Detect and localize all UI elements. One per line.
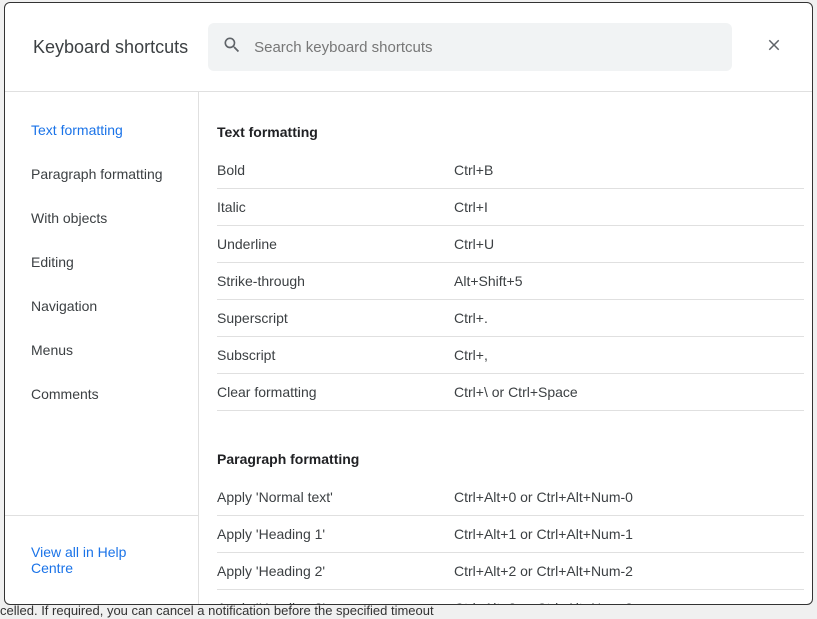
shortcut-row: Apply 'Heading 3'Ctrl+Alt+3 or Ctrl+Alt+…	[217, 590, 804, 604]
close-button[interactable]	[760, 33, 788, 61]
shortcut-keys: Ctrl+Alt+3 or Ctrl+Alt+Num-3	[454, 600, 804, 604]
shortcut-keys: Ctrl+.	[454, 310, 804, 326]
shortcuts-content[interactable]: Text formattingBoldCtrl+BItalicCtrl+IUnd…	[199, 92, 812, 604]
shortcut-label: Apply 'Heading 2'	[217, 563, 454, 579]
sidebar: Text formattingParagraph formattingWith …	[5, 92, 199, 604]
shortcut-label: Strike-through	[217, 273, 454, 289]
keyboard-shortcuts-dialog: Keyboard shortcuts Text formattingParagr…	[4, 2, 813, 605]
search-input[interactable]	[254, 39, 718, 56]
shortcut-label: Clear formatting	[217, 384, 454, 400]
background-document-text: celled. If required, you can cancel a no…	[0, 603, 434, 618]
shortcut-label: Apply 'Normal text'	[217, 489, 454, 505]
shortcut-row: SubscriptCtrl+,	[217, 337, 804, 374]
shortcut-row: ItalicCtrl+I	[217, 189, 804, 226]
shortcut-row: Strike-throughAlt+Shift+5	[217, 263, 804, 300]
search-icon	[222, 35, 242, 60]
shortcut-row: Apply 'Heading 2'Ctrl+Alt+2 or Ctrl+Alt+…	[217, 553, 804, 590]
shortcut-keys: Alt+Shift+5	[454, 273, 804, 289]
nav-item-text-formatting[interactable]: Text formatting	[5, 108, 198, 152]
shortcut-keys: Ctrl+Alt+0 or Ctrl+Alt+Num-0	[454, 489, 804, 505]
shortcut-row: SuperscriptCtrl+.	[217, 300, 804, 337]
dialog-title: Keyboard shortcuts	[33, 37, 188, 58]
shortcut-label: Apply 'Heading 1'	[217, 526, 454, 542]
section-title: Paragraph formatting	[217, 435, 804, 479]
shortcut-keys: Ctrl+Alt+2 or Ctrl+Alt+Num-2	[454, 563, 804, 579]
shortcut-keys: Ctrl+I	[454, 199, 804, 215]
nav-item-with-objects[interactable]: With objects	[5, 196, 198, 240]
nav-item-comments[interactable]: Comments	[5, 372, 198, 416]
shortcut-label: Subscript	[217, 347, 454, 363]
help-centre-link[interactable]: View all in Help Centre	[5, 515, 198, 604]
shortcut-label: Underline	[217, 236, 454, 252]
nav-list: Text formattingParagraph formattingWith …	[5, 92, 198, 515]
shortcut-label: Bold	[217, 162, 454, 178]
shortcut-keys: Ctrl+,	[454, 347, 804, 363]
shortcut-label: Superscript	[217, 310, 454, 326]
shortcut-row: Clear formattingCtrl+\ or Ctrl+Space	[217, 374, 804, 411]
shortcut-row: Apply 'Heading 1'Ctrl+Alt+1 or Ctrl+Alt+…	[217, 516, 804, 553]
section-paragraph-formatting: Paragraph formattingApply 'Normal text'C…	[217, 435, 804, 604]
dialog-header: Keyboard shortcuts	[5, 3, 812, 92]
nav-item-editing[interactable]: Editing	[5, 240, 198, 284]
shortcut-label: Italic	[217, 199, 454, 215]
close-icon	[765, 34, 783, 60]
shortcut-label: Apply 'Heading 3'	[217, 600, 454, 604]
shortcut-keys: Ctrl+U	[454, 236, 804, 252]
shortcut-keys: Ctrl+Alt+1 or Ctrl+Alt+Num-1	[454, 526, 804, 542]
nav-item-paragraph-formatting[interactable]: Paragraph formatting	[5, 152, 198, 196]
shortcut-keys: Ctrl+B	[454, 162, 804, 178]
shortcut-row: UnderlineCtrl+U	[217, 226, 804, 263]
search-box[interactable]	[208, 23, 732, 71]
section-text-formatting: Text formattingBoldCtrl+BItalicCtrl+IUnd…	[217, 108, 804, 411]
dialog-body: Text formattingParagraph formattingWith …	[5, 92, 812, 604]
shortcut-row: Apply 'Normal text'Ctrl+Alt+0 or Ctrl+Al…	[217, 479, 804, 516]
nav-item-navigation[interactable]: Navigation	[5, 284, 198, 328]
shortcut-row: BoldCtrl+B	[217, 152, 804, 189]
nav-item-menus[interactable]: Menus	[5, 328, 198, 372]
section-title: Text formatting	[217, 108, 804, 152]
shortcut-keys: Ctrl+\ or Ctrl+Space	[454, 384, 804, 400]
